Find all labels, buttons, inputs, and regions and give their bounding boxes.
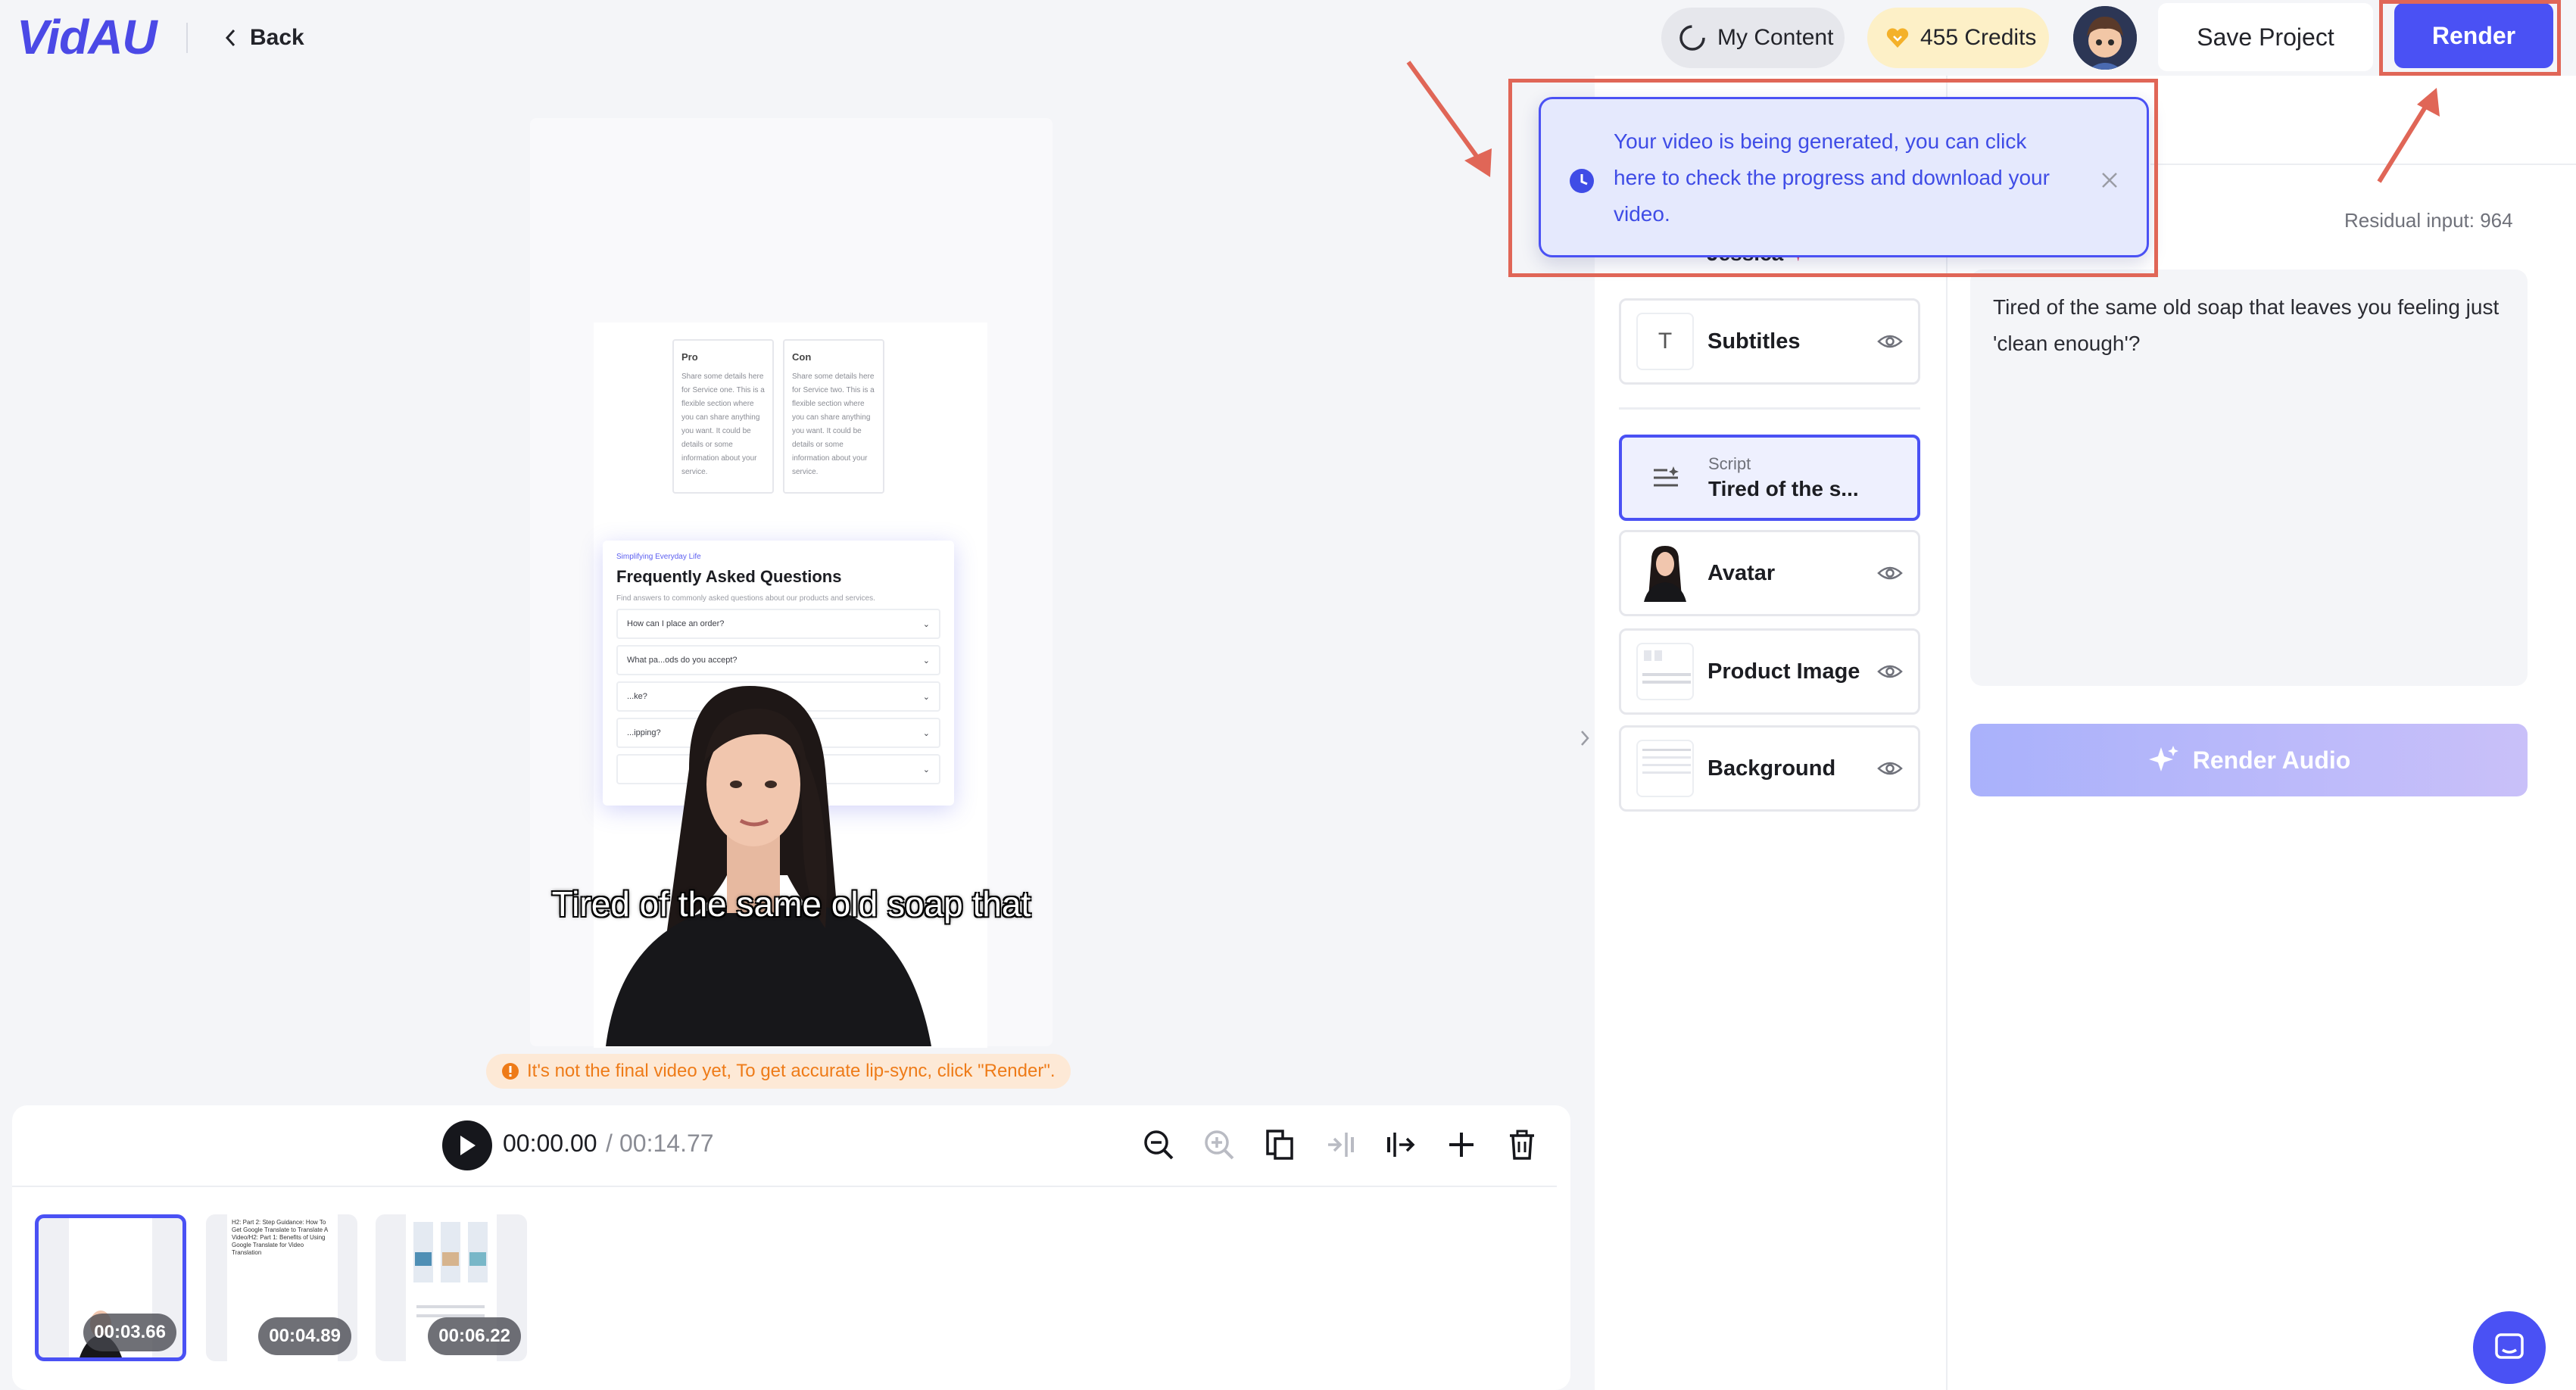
faq-kicker: Simplifying Everyday Life [616, 553, 701, 561]
cons-title: Con [792, 351, 812, 363]
background-thumbnail [1636, 740, 1694, 797]
chat-icon [2492, 1330, 2527, 1365]
split-right-icon[interactable] [1384, 1128, 1417, 1161]
header-divider [186, 23, 188, 53]
render-audio-label: Render Audio [2192, 746, 2351, 774]
timeline-clip[interactable]: 00:03.66 [35, 1214, 186, 1361]
faq-question-text: What pa...ods do you accept? [627, 656, 738, 665]
product-image-thumbnail [1636, 643, 1694, 700]
delete-icon[interactable] [1505, 1128, 1539, 1161]
warning-icon [501, 1062, 519, 1080]
pros-body: Share some details here for Service one.… [681, 372, 765, 476]
split-left-icon[interactable] [1324, 1128, 1357, 1161]
layer-script[interactable]: Script Tired of the s... [1619, 435, 1920, 521]
timeline-clip[interactable]: H2: Part 2: Step Guidance: How To Get Go… [206, 1214, 357, 1361]
avatar-presenter-figure [575, 678, 1000, 1046]
layer-avatar[interactable]: Avatar [1619, 530, 1920, 616]
layer-subtitles[interactable]: T Subtitles [1619, 298, 1920, 385]
collapse-panel-handle[interactable] [1573, 719, 1596, 757]
support-chat-button[interactable] [2473, 1311, 2546, 1384]
back-button[interactable]: Back [224, 21, 304, 55]
avatar-thumbnail [1636, 544, 1694, 602]
eye-icon[interactable] [1877, 759, 1903, 778]
timeline-divider [12, 1186, 1557, 1187]
cons-body: Share some details here for Service two.… [792, 372, 875, 476]
my-content-label: My Content [1717, 25, 1834, 50]
pros-card: Pro Share some details here for Service … [672, 339, 774, 494]
credits-label: 455 Credits [1920, 25, 2037, 50]
script-edit-icon [1637, 449, 1695, 506]
pros-title: Pro [681, 351, 698, 363]
clip-duration: 00:04.89 [258, 1317, 351, 1355]
lipsync-warning-text: It's not the final video yet, To get acc… [527, 1061, 1056, 1081]
zoom-out-icon[interactable] [1142, 1128, 1175, 1161]
faq-title: Frequently Asked Questions [616, 567, 842, 586]
annotation-arrow-icon [1393, 53, 1507, 189]
residual-input-counter: Residual input: 964 [2344, 209, 2513, 232]
save-project-button[interactable]: Save Project [2158, 3, 2373, 71]
eye-icon[interactable] [1877, 332, 1903, 351]
render-audio-button[interactable]: Render Audio [1970, 724, 2528, 796]
heart-gem-icon [1885, 26, 1910, 49]
text-t-icon: T [1636, 313, 1694, 370]
annotation-arrow-icon [2362, 79, 2453, 192]
subtitle-caption: Tired of the same old soap that [551, 884, 1031, 924]
layer-kicker: Script [1708, 454, 1751, 473]
time-separator: / [606, 1130, 613, 1157]
timeline-clip[interactable]: 00:06.22 [376, 1214, 527, 1361]
layer-label: Product Image [1707, 659, 1860, 684]
vidau-logo[interactable]: VidAU [17, 9, 157, 65]
script-text-editor[interactable]: Tired of the same old soap that leaves y… [1970, 270, 2528, 686]
sparkle-icon [2147, 744, 2179, 776]
play-button[interactable] [442, 1120, 492, 1170]
toast-highlight-box [1508, 79, 2158, 277]
add-clip-icon[interactable] [1445, 1128, 1478, 1161]
my-content-button[interactable]: My Content [1661, 8, 1845, 68]
eye-icon[interactable] [1877, 564, 1903, 582]
total-duration: 00:14.77 [619, 1130, 714, 1157]
current-time: 00:00.00 [503, 1130, 597, 1157]
lipsync-warning-banner: It's not the final video yet, To get acc… [486, 1054, 1071, 1089]
loading-ring-icon [1678, 23, 1707, 52]
layer-label: Tired of the s... [1708, 477, 1859, 500]
play-icon [457, 1134, 477, 1157]
faq-subtitle: Find answers to commonly asked questions… [616, 594, 875, 603]
chevron-left-icon [224, 28, 238, 48]
aspect-ratio-icon[interactable] [1263, 1128, 1296, 1161]
faq-question-text: How can I place an order? [627, 619, 725, 628]
eye-icon[interactable] [1877, 662, 1903, 681]
clip-duration: 00:06.22 [428, 1317, 521, 1355]
cons-card: Con Share some details here for Service … [783, 339, 884, 494]
layer-background[interactable]: Background [1619, 725, 1920, 812]
chevron-down-icon: ⌄ [922, 619, 930, 629]
credits-badge[interactable]: 455 Credits [1867, 8, 2049, 68]
clip-duration: 00:03.66 [83, 1314, 176, 1351]
user-avatar[interactable] [2073, 6, 2137, 70]
faq-question: How can I place an order? ⌄ [616, 609, 940, 639]
render-highlight-box [2379, 0, 2561, 76]
layer-label: Subtitles [1707, 329, 1801, 354]
zoom-in-icon[interactable] [1202, 1128, 1236, 1161]
layers-divider [1619, 407, 1920, 410]
chevron-right-icon [1580, 729, 1590, 747]
chevron-down-icon: ⌄ [922, 656, 930, 665]
layer-product-image[interactable]: Product Image [1619, 628, 1920, 715]
back-label: Back [250, 25, 304, 50]
layer-label: Avatar [1707, 560, 1776, 585]
faq-question: What pa...ods do you accept? ⌄ [616, 645, 940, 675]
layer-label: Background [1707, 756, 1836, 781]
